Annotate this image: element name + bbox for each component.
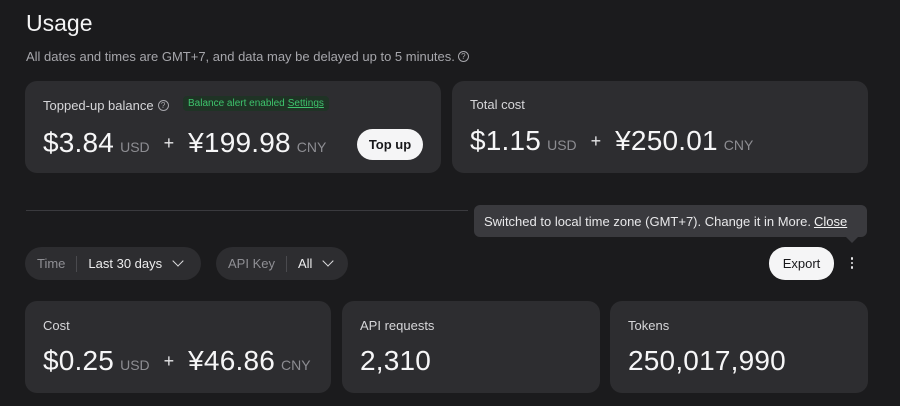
balance-usd-unit: USD — [120, 139, 150, 155]
balance-alert-settings-link[interactable]: Settings — [288, 98, 324, 109]
time-filter-value: Last 30 days — [88, 256, 163, 271]
filter-separator — [285, 255, 287, 272]
api-requests-amount: 2,310 — [360, 345, 431, 377]
balance-alert-text: Balance alert enabled — [188, 98, 285, 109]
chevron-down-icon — [322, 254, 335, 267]
balance-cny-amount: ¥199.98 — [188, 127, 291, 158]
tooltip-text: Switched to local time zone (GMT+7). Cha… — [484, 213, 811, 229]
filter-separator — [76, 255, 78, 272]
page-title: Usage — [26, 10, 93, 36]
time-filter[interactable]: Time Last 30 days — [25, 247, 201, 280]
balance-usd-amount: $3.84 — [43, 127, 115, 158]
plus-sign: + — [163, 351, 175, 371]
subtitle-text: All dates and times are GMT+7, and data … — [26, 49, 455, 64]
total-cost-amounts: $1.15 USD + ¥250.01 CNY — [470, 125, 753, 157]
total-cost-label: Total cost — [470, 97, 525, 112]
plus-sign: + — [590, 131, 602, 151]
balance-label: Topped-up balance — [43, 98, 154, 113]
balance-label-row: Topped-up balance ? — [43, 98, 169, 113]
cost-usd-unit: USD — [120, 357, 150, 373]
section-divider — [26, 210, 468, 211]
more-options-icon[interactable] — [845, 254, 859, 272]
balance-cny-unit: CNY — [296, 139, 327, 155]
tooltip-arrow — [846, 237, 858, 243]
total-cost-usd-amount: $1.15 — [470, 125, 542, 156]
cost-label: Cost — [43, 318, 70, 333]
total-cost-usd-unit: USD — [547, 137, 577, 153]
chevron-down-icon — [172, 254, 184, 267]
balance-card: Topped-up balance ? $3.84 USD + ¥199.98 … — [25, 81, 441, 173]
cost-card: Cost $0.25 USD + ¥46.86 CNY — [25, 301, 331, 393]
api-requests-value: 2,310 — [360, 345, 432, 376]
balance-amounts: $3.84 USD + ¥199.98 CNY — [43, 127, 326, 159]
total-cost-cny-amount: ¥250.01 — [615, 125, 718, 156]
cost-cny-unit: CNY — [281, 357, 311, 373]
plus-sign: + — [163, 133, 175, 153]
cost-usd-amount: $0.25 — [43, 345, 115, 376]
export-button[interactable]: Export — [769, 247, 834, 280]
time-filter-label: Time — [37, 256, 66, 271]
tokens-value: 250,017,990 — [628, 345, 786, 376]
total-cost-cny-unit: CNY — [723, 137, 754, 153]
page-subtitle: All dates and times are GMT+7, and data … — [26, 49, 469, 64]
total-cost-card: Total cost $1.15 USD + ¥250.01 CNY — [452, 81, 868, 173]
api-requests-card: API requests 2,310 — [342, 301, 600, 393]
tokens-card: Tokens 250,017,990 — [610, 301, 868, 393]
tooltip-close-link[interactable]: Close — [814, 214, 847, 229]
cost-amounts: $0.25 USD + ¥46.86 CNY — [43, 345, 311, 377]
timezone-tooltip: Switched to local time zone (GMT+7). Cha… — [474, 205, 867, 237]
tokens-label: Tokens — [628, 318, 670, 333]
cost-cny-amount: ¥46.86 — [188, 345, 275, 376]
api-key-filter-value: All — [297, 256, 313, 271]
help-icon[interactable]: ? — [157, 100, 169, 111]
api-key-filter[interactable]: API Key All — [216, 247, 348, 280]
api-requests-label: API requests — [360, 318, 435, 333]
balance-alert-badge: Balance alert enabled Settings — [183, 96, 329, 111]
help-icon[interactable]: ? — [457, 51, 469, 62]
api-key-filter-label: API Key — [228, 256, 275, 271]
tokens-amount: 250,017,990 — [628, 345, 786, 377]
top-up-button[interactable]: Top up — [357, 129, 423, 160]
